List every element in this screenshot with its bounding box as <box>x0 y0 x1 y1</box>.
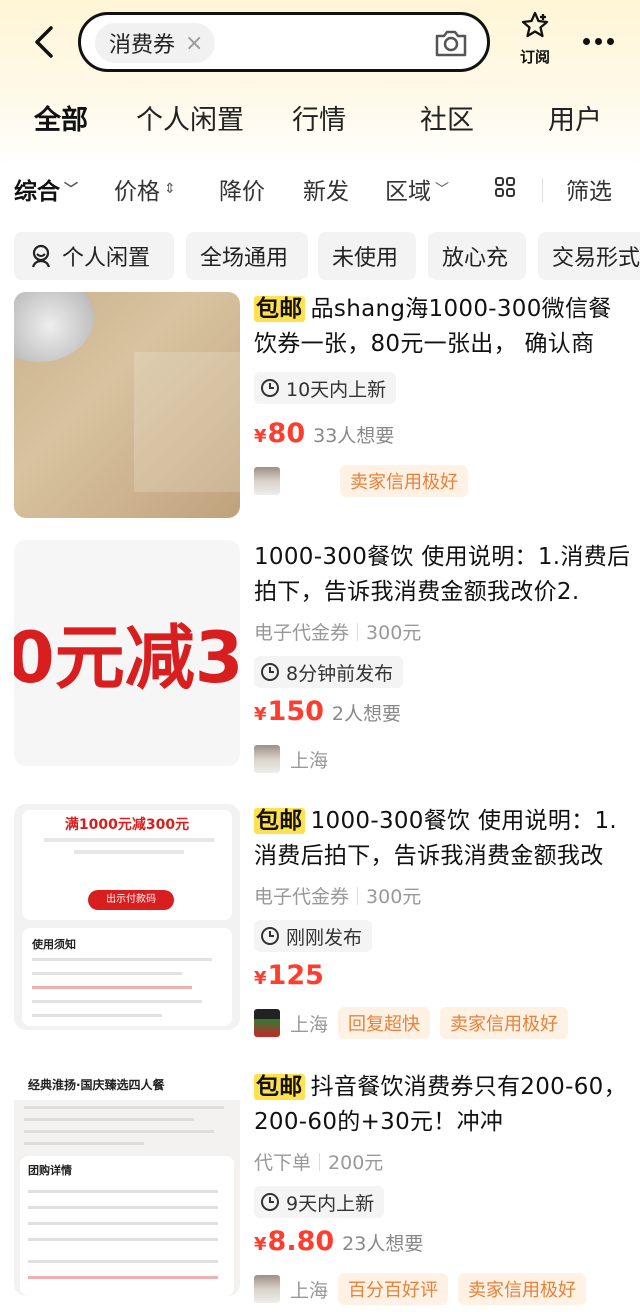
item-thumbnail: 满1000元减300元 出示付款码 使用须知 <box>14 804 240 1030</box>
subscribe-label: 订阅 <box>519 48 550 66</box>
star-subscribe-icon <box>521 11 549 38</box>
search-box[interactable]: 消费券 × <box>78 12 490 72</box>
camera-icon[interactable] <box>433 27 469 59</box>
item-meta: 电子代金券 300元 <box>254 886 422 908</box>
item-thumbnail <box>14 292 240 518</box>
seller-location: 上海 <box>290 1279 329 1302</box>
filter-region[interactable]: 区域 ﹀ <box>385 172 449 206</box>
more-icon[interactable] <box>576 26 620 56</box>
reply-fast-tag: 回复超快 <box>338 1007 431 1039</box>
filter-bar: 综合 ﹀ 价格 ⇕ 降价 新发 区域 ﹀ 筛选 <box>0 160 640 216</box>
clock-icon <box>261 663 279 681</box>
filter-new[interactable]: 新发 <box>303 172 349 206</box>
tab-community[interactable]: 社区 <box>420 98 474 137</box>
time-chip: 刚刚发布 <box>254 920 373 952</box>
filter-sort[interactable]: 综合 ﹀ <box>14 172 78 206</box>
header: 消费券 × 订阅 <box>0 0 640 86</box>
sort-icon: ⇕ <box>164 181 176 197</box>
item-title: 1000-300餐饮 使用说明：1.消费后拍下，告诉我消费金额我改价2. <box>254 544 631 605</box>
positive-review-tag: 百分百好评 <box>338 1273 449 1305</box>
chevron-down-icon: ﹀ <box>435 182 449 198</box>
search-keyword-chip[interactable]: 消费券 × <box>95 23 216 63</box>
seller-credit-tag: 卖家信用极好 <box>340 465 468 497</box>
back-arrow-icon <box>35 26 53 58</box>
clock-icon <box>261 1193 279 1211</box>
free-shipping-badge: 包邮 <box>254 1074 305 1100</box>
filter-price-drop[interactable]: 降价 <box>219 172 265 206</box>
item-thumbnail: 经典淮扬·国庆臻选四人餐 团购详情 <box>14 1070 240 1296</box>
item-price: ¥125 <box>254 960 324 991</box>
tag-personal-idle[interactable]: 个人闲置 <box>14 232 174 280</box>
tag-universal[interactable]: 全场通用 <box>186 232 308 280</box>
want-count: 2人想要 <box>331 703 401 725</box>
search-keyword: 消费券 <box>109 33 176 58</box>
tag-unused[interactable]: 未使用 <box>318 232 416 280</box>
seller-credit-tag: 卖家信用极好 <box>458 1273 587 1305</box>
divider <box>542 178 543 202</box>
avatar[interactable] <box>254 745 280 773</box>
avatar[interactable] <box>254 467 280 495</box>
free-shipping-badge: 包邮 <box>254 296 305 322</box>
seller-location: 上海 <box>290 749 329 772</box>
clock-icon <box>261 379 279 397</box>
want-count: 23人想要 <box>342 1233 424 1255</box>
person-icon <box>31 244 51 268</box>
quick-tags: 个人闲置 全场通用 未使用 放心充 交易形式 <box>0 232 640 282</box>
item-meta: 代下单 200元 <box>254 1152 384 1174</box>
free-shipping-badge: 包邮 <box>254 808 305 834</box>
time-chip: 9天内上新 <box>254 1186 385 1218</box>
category-tabs: 全部 个人闲置 行情 社区 用户 <box>0 92 640 144</box>
tag-safe-recharge[interactable]: 放心充 <box>428 232 526 280</box>
tab-market[interactable]: 行情 <box>292 98 346 137</box>
item-price: ¥80 <box>254 418 306 449</box>
chevron-down-icon: ﹀ <box>64 182 78 198</box>
item-title: 包邮 抖音餐饮消费券只有200-60，200-60的+30元！冲冲 <box>254 1074 627 1135</box>
tag-trade-type[interactable]: 交易形式 <box>538 232 640 280</box>
grid-icon[interactable] <box>494 176 516 198</box>
seller-location: 上海 <box>290 1013 329 1036</box>
item-price: ¥8.80 <box>254 1226 335 1257</box>
clear-keyword-icon[interactable]: × <box>185 31 203 56</box>
want-count: 33人想要 <box>313 425 395 447</box>
time-chip: 10天内上新 <box>254 372 397 404</box>
filter-price[interactable]: 价格 ⇕ <box>114 172 176 206</box>
item-title: 包邮 1000-300餐饮 使用说明：1.消费后拍下，告诉我消费金额我改 <box>254 808 617 869</box>
avatar[interactable] <box>254 1009 280 1037</box>
seller-credit-tag: 卖家信用极好 <box>440 1007 569 1039</box>
item-price: ¥150 <box>254 696 324 727</box>
subscribe-button[interactable]: 订阅 <box>508 10 562 67</box>
avatar[interactable] <box>254 1275 280 1303</box>
clock-icon <box>261 927 279 945</box>
tab-personal-idle[interactable]: 个人闲置 <box>136 98 244 137</box>
tab-all[interactable]: 全部 <box>32 98 90 137</box>
filter-button[interactable]: 筛选 <box>566 172 612 206</box>
time-chip: 8分钟前发布 <box>254 656 404 688</box>
item-thumbnail: 0元减3 <box>14 540 240 766</box>
back-button[interactable] <box>24 20 64 64</box>
item-title: 包邮 品shang海1000-300微信餐饮券一张，80元一张出， 确认商 <box>254 296 612 357</box>
item-meta: 电子代金券 300元 <box>254 622 422 644</box>
tab-users[interactable]: 用户 <box>548 98 602 137</box>
